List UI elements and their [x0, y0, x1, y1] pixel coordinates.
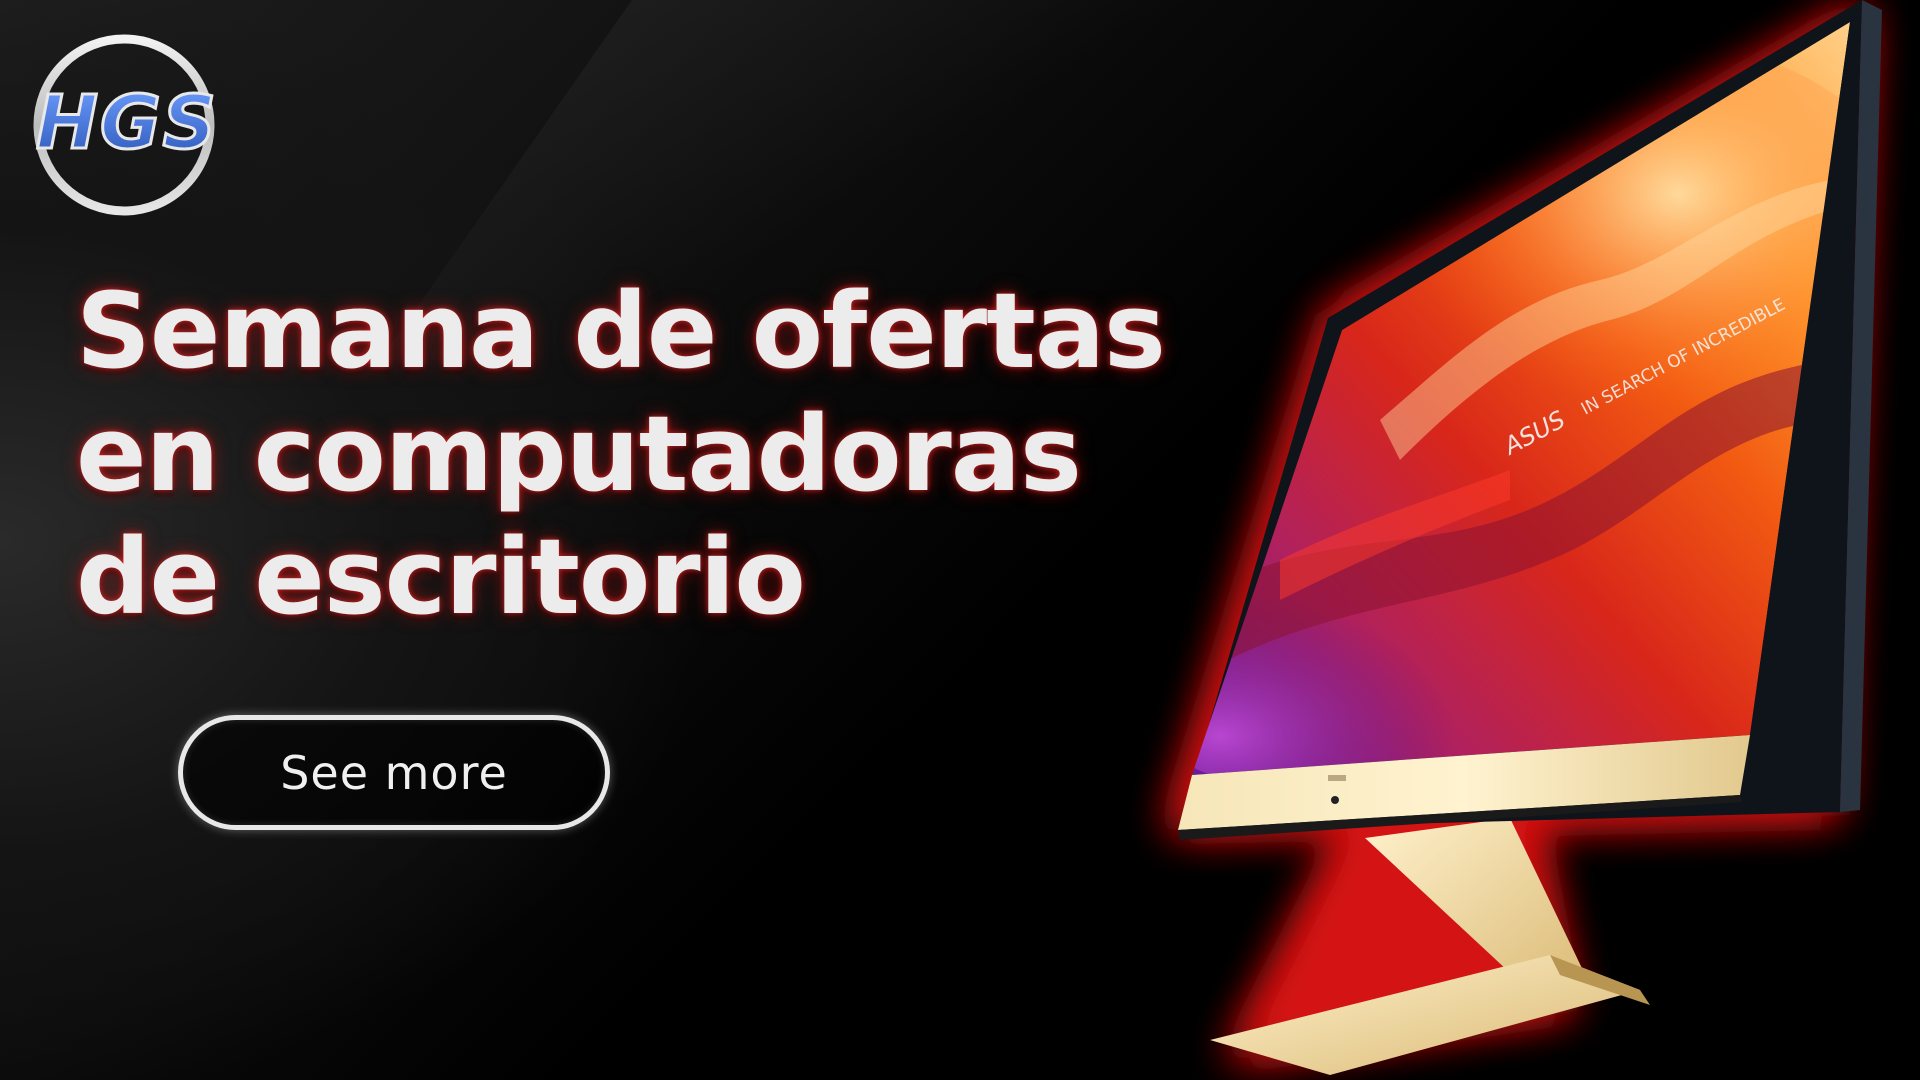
headline-line-2: en computadoras: [76, 393, 1082, 515]
all-in-one-pc-image: ASUS IN SEARCH OF INCREDIBLE: [1130, 0, 1920, 1080]
headline-line-1: Semana de ofertas: [76, 270, 1166, 392]
monitor-illustration: ASUS IN SEARCH OF INCREDIBLE: [1170, 0, 1882, 1075]
see-more-button[interactable]: See more: [178, 715, 610, 830]
headline-line-3: de escritorio: [76, 516, 806, 638]
headline: Semana de ofertas en computadoras de esc…: [76, 270, 1166, 639]
asus-chin-logo-icon: [1328, 775, 1346, 781]
see-more-label: See more: [280, 745, 508, 800]
logo-text: HGS: [36, 80, 218, 166]
hgs-logo-icon: HGS: [33, 34, 218, 216]
webcam-icon: [1331, 796, 1339, 804]
promo-banner: HGS Semana de ofertas en computadoras de…: [0, 0, 1920, 1080]
hgs-logo[interactable]: HGS: [12, 30, 242, 220]
